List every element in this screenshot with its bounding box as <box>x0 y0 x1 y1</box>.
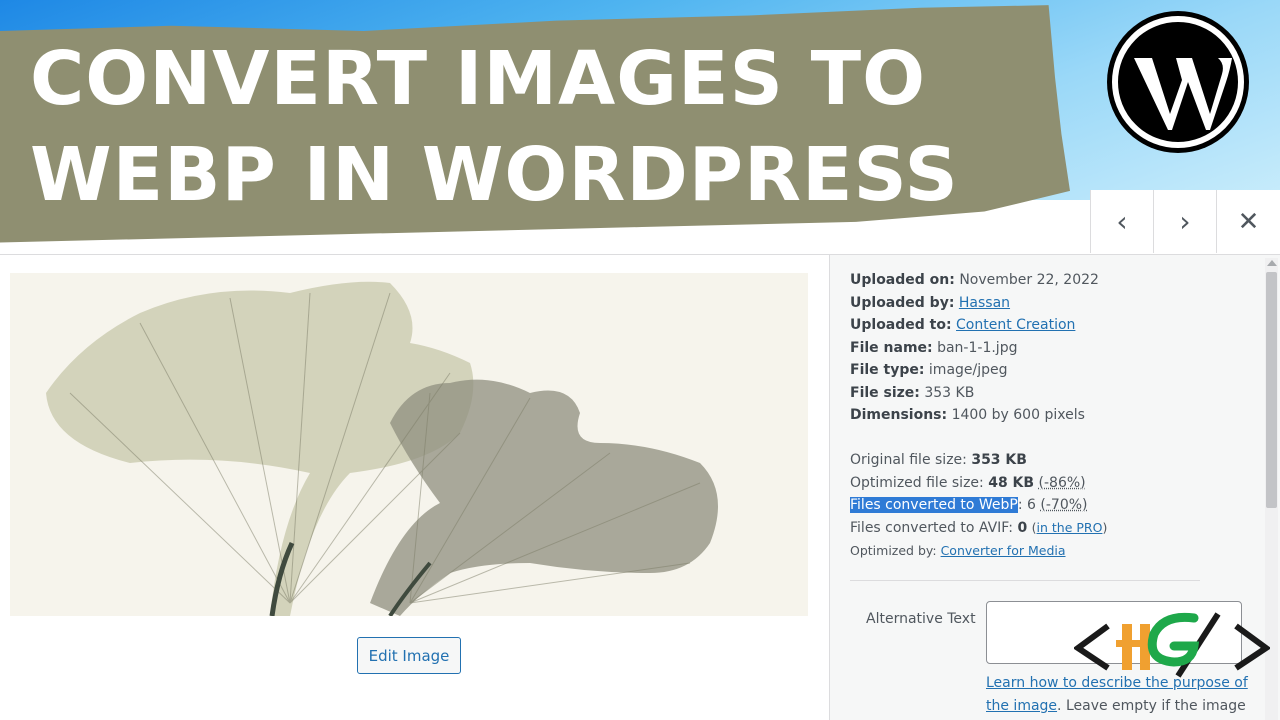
original-size-row: Original file size: 353 KB <box>850 449 1027 471</box>
next-button[interactable]: › <box>1153 190 1216 253</box>
original-size-label: Original file size: <box>850 452 967 468</box>
uploaded-to-row: Uploaded to: Content Creation <box>850 314 1075 336</box>
uploaded-to-link[interactable]: Content Creation <box>956 317 1075 333</box>
uploaded-on-value: November 22, 2022 <box>959 272 1099 288</box>
optimized-by-row: Optimized by: Converter for Media <box>850 540 1066 562</box>
file-name-label: File name: <box>850 340 933 356</box>
scroll-up-arrow-icon[interactable] <box>1267 260 1277 266</box>
chevron-right-icon: › <box>1179 205 1190 238</box>
dimensions-value: 1400 by 600 pixels <box>952 407 1085 423</box>
wordpress-logo-icon <box>1104 8 1252 156</box>
optimized-size-label: Optimized file size: <box>850 475 984 491</box>
scrollbar-thumb[interactable] <box>1266 272 1277 508</box>
converter-for-media-link[interactable]: Converter for Media <box>941 543 1066 558</box>
avif-pro-paren: (in the PRO) <box>1032 520 1108 535</box>
chevron-left-icon: ‹ <box>1116 205 1127 238</box>
details-divider <box>850 580 1200 581</box>
close-icon: ✕ <box>1238 207 1260 237</box>
uploaded-by-row: Uploaded by: Hassan <box>850 292 1010 314</box>
file-size-row: File size: 353 KB <box>850 382 974 404</box>
file-size-label: File size: <box>850 385 920 401</box>
webp-converted-count: 6 <box>1027 497 1036 513</box>
uploaded-by-link[interactable]: Hassan <box>959 295 1010 311</box>
file-name-row: File name: ban-1-1.jpg <box>850 337 1017 359</box>
webp-converted-label: Files converted to WebP <box>850 497 1018 513</box>
uploaded-to-label: Uploaded to: <box>850 317 952 333</box>
channel-logo-icon <box>1074 604 1270 680</box>
file-size-value: 353 KB <box>924 385 974 401</box>
optimized-saving: (-86%) <box>1039 475 1086 491</box>
original-size-value: 353 KB <box>971 452 1027 468</box>
optimized-by-label: Optimized by: <box>850 543 937 558</box>
optimized-size-row: Optimized file size: 48 KB (-86%) <box>850 472 1086 494</box>
avif-converted-label: Files converted to AVIF: <box>850 520 1013 536</box>
dimensions-row: Dimensions: 1400 by 600 pixels <box>850 404 1085 426</box>
file-type-value: image/jpeg <box>929 362 1008 378</box>
avif-converted-count: 0 <box>1017 520 1027 536</box>
optimized-size-value: 48 KB <box>988 475 1034 491</box>
in-the-pro-link[interactable]: in the PRO <box>1037 520 1103 535</box>
file-type-label: File type: <box>850 362 924 378</box>
file-name-value: ban-1-1.jpg <box>937 340 1017 356</box>
close-button[interactable]: ✕ <box>1216 190 1280 253</box>
banner-title-line-2: WEBP IN WORDPRESS <box>30 138 959 212</box>
dimensions-label: Dimensions: <box>850 407 947 423</box>
previous-button[interactable]: ‹ <box>1090 190 1153 253</box>
attachment-image-preview <box>10 273 808 616</box>
file-type-row: File type: image/jpeg <box>850 359 1008 381</box>
alt-text-label: Alternative Text <box>866 611 976 627</box>
uploaded-by-label: Uploaded by: <box>850 295 954 311</box>
ginkgo-leaves-image <box>10 273 808 616</box>
avif-converted-row: Files converted to AVIF: 0 (in the PRO) <box>850 517 1107 539</box>
edit-image-button[interactable]: Edit Image <box>357 637 461 674</box>
uploaded-on-row: Uploaded on: November 22, 2022 <box>850 269 1099 291</box>
webp-colon: : <box>1018 497 1027 513</box>
webp-saving: (-70%) <box>1040 497 1087 513</box>
banner-title-line-1: CONVERT IMAGES TO <box>30 42 926 116</box>
webp-converted-row: Files converted to WebP: 6 (-70%) <box>850 494 1088 516</box>
uploaded-on-label: Uploaded on: <box>850 272 955 288</box>
